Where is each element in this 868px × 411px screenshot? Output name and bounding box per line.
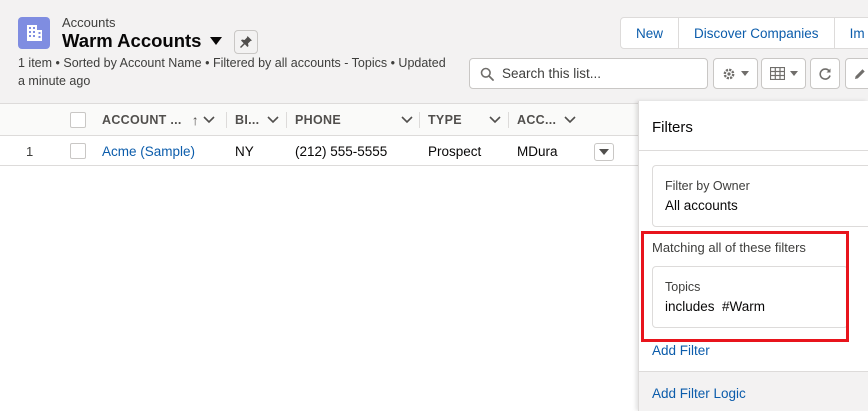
new-button[interactable]: New xyxy=(621,18,680,48)
column-header-type[interactable]: TYPE xyxy=(428,104,501,136)
column-header-account-owner[interactable]: ACC... xyxy=(517,104,576,136)
filters-panel-header: Filters xyxy=(639,101,868,151)
row-number: 1 xyxy=(26,143,34,159)
add-filter-logic-link[interactable]: Add Filter Logic xyxy=(652,386,746,401)
owner-alias-cell: MDura xyxy=(517,143,558,159)
action-button-group: New Discover Companies Im xyxy=(620,17,868,49)
caret-down-icon xyxy=(210,37,223,45)
chevron-down-icon xyxy=(203,116,215,124)
gear-icon xyxy=(723,68,735,79)
search-placeholder: Search this list... xyxy=(502,66,602,81)
meta-line: 1 item • Sorted by Account Name • Filter… xyxy=(18,56,446,70)
table-header: ACCOUNT ... ↑ BI... PHONE TYPE ACC... xyxy=(0,104,638,136)
search-input[interactable]: Search this list... xyxy=(469,58,708,89)
row-select-checkbox[interactable] xyxy=(70,143,86,159)
chevron-down-icon xyxy=(489,116,501,124)
accounts-building-icon xyxy=(18,17,50,49)
filter-by-owner-label: Filter by Owner xyxy=(665,179,750,193)
refresh-button[interactable] xyxy=(810,58,840,89)
billing-state-cell: NY xyxy=(235,143,254,159)
pin-list-button[interactable] xyxy=(234,30,258,54)
sort-ascending-icon: ↑ xyxy=(191,112,199,128)
filter-by-owner-value: All accounts xyxy=(665,198,738,213)
table-view-icon xyxy=(769,67,785,80)
chevron-down-icon xyxy=(267,116,279,124)
discover-companies-button[interactable]: Discover Companies xyxy=(679,18,835,48)
column-label: ACC... xyxy=(517,113,557,127)
column-divider xyxy=(226,112,227,128)
display-as-button[interactable] xyxy=(761,58,806,89)
chevron-down-icon xyxy=(401,116,413,124)
chevron-down-icon xyxy=(564,116,576,124)
select-all-checkbox[interactable] xyxy=(70,112,86,128)
list-settings-button[interactable] xyxy=(713,58,758,89)
column-divider xyxy=(419,112,420,128)
highlight-annotation-box xyxy=(641,231,849,342)
add-filter-link[interactable]: Add Filter xyxy=(652,343,710,358)
import-button[interactable]: Im xyxy=(835,18,868,48)
object-label: Accounts xyxy=(62,15,116,30)
phone-cell: (212) 555-5555 xyxy=(295,143,388,159)
meta-updated: a minute ago xyxy=(18,74,91,88)
pin-icon xyxy=(240,36,252,48)
list-meta-info: 1 item • Sorted by Account Name • Filter… xyxy=(18,54,468,90)
list-view-page: Accounts Warm Accounts 1 item • Sorted b… xyxy=(0,0,868,411)
chevron-down-icon xyxy=(789,71,798,76)
column-label: ACCOUNT ... xyxy=(102,113,182,127)
row-actions-button[interactable] xyxy=(594,143,614,161)
refresh-icon xyxy=(819,67,831,80)
type-cell: Prospect xyxy=(428,143,482,159)
account-name-link[interactable]: Acme (Sample) xyxy=(102,136,195,166)
pencil-icon xyxy=(855,68,865,79)
column-label: BI... xyxy=(235,113,260,127)
chevron-down-icon xyxy=(741,71,749,76)
column-divider xyxy=(508,112,509,128)
filters-panel-title: Filters xyxy=(652,119,693,136)
column-header-billing[interactable]: BI... xyxy=(235,104,279,136)
filter-by-owner-card[interactable]: Filter by Owner All accounts xyxy=(652,165,868,227)
search-icon xyxy=(480,67,494,81)
table-row: 1 Acme (Sample) NY (212) 555-5555 Prospe… xyxy=(0,136,638,166)
column-divider xyxy=(286,112,287,128)
column-label: TYPE xyxy=(428,113,462,127)
caret-down-icon xyxy=(599,149,609,155)
column-header-phone[interactable]: PHONE xyxy=(295,104,413,136)
edit-list-button[interactable] xyxy=(845,58,868,89)
list-view-switcher[interactable]: Warm Accounts xyxy=(62,30,223,52)
column-header-account-name[interactable]: ACCOUNT ... ↑ xyxy=(102,104,215,136)
column-label: PHONE xyxy=(295,113,341,127)
list-view-header: Accounts Warm Accounts 1 item • Sorted b… xyxy=(0,0,868,104)
page-title: Warm Accounts xyxy=(62,30,202,51)
